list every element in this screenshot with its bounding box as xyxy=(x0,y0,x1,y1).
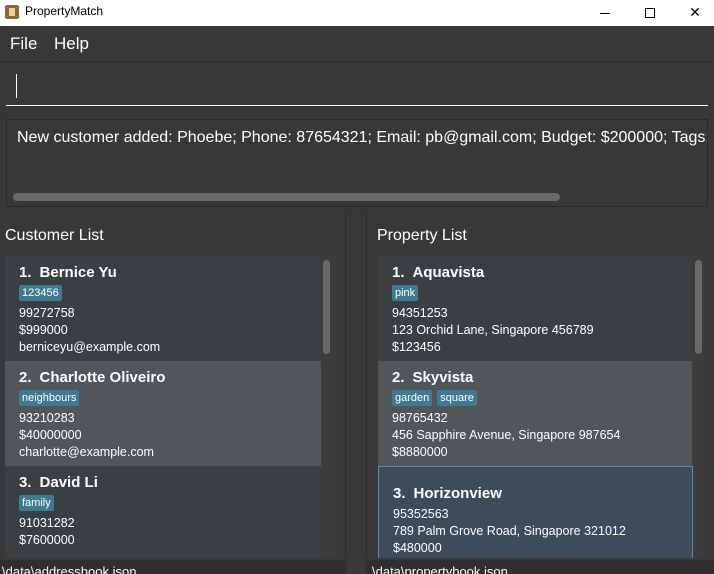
horizontal-scrollbar[interactable] xyxy=(13,193,560,201)
property-card[interactable]: 2. Skyvista garden square 98765432 456 Sa… xyxy=(378,361,692,466)
customer-card[interactable]: 3. David Li family 91031282 $7600000 xyxy=(5,466,321,558)
customer-tags: 123456 xyxy=(19,285,307,302)
tag: pink xyxy=(392,285,419,301)
command-box[interactable] xyxy=(6,68,708,106)
maximize-button[interactable] xyxy=(627,0,673,26)
property-file-path: \data\propertybook.json xyxy=(372,564,508,574)
customer-budget: $40000000 xyxy=(19,428,82,442)
menu-file[interactable]: File xyxy=(10,34,37,54)
customer-list-title: Customer List xyxy=(5,227,104,244)
property-price: $123456 xyxy=(392,340,441,354)
tag: garden xyxy=(392,390,433,406)
customer-file-path: \data\addressbook.json xyxy=(2,564,137,574)
tag: family xyxy=(19,495,54,511)
property-name: 2. Skyvista xyxy=(392,369,474,386)
property-phone: 94351253 xyxy=(392,306,448,320)
text-caret xyxy=(16,74,17,98)
customer-email: berniceyu@example.com xyxy=(19,340,161,354)
title-bar: PropertyMatch ✕ xyxy=(0,0,714,26)
customer-budget: $999000 xyxy=(19,323,68,337)
tag: 123456 xyxy=(19,285,62,301)
maximize-icon xyxy=(645,8,655,18)
customer-name: 3. David Li xyxy=(19,474,98,491)
property-vertical-scrollbar[interactable] xyxy=(693,256,703,558)
property-name: 1. Aquavista xyxy=(392,264,485,281)
window-title: PropertyMatch xyxy=(25,4,104,18)
property-tags: pink xyxy=(392,285,678,302)
property-list-title: Property List xyxy=(377,227,467,244)
result-text: New customer added: Phoebe; Phone: 87654… xyxy=(17,129,708,146)
property-name: 3. Horizonview xyxy=(393,485,502,502)
customer-tags: neighbours xyxy=(19,390,307,407)
customer-budget: $7600000 xyxy=(19,533,75,547)
customer-card[interactable]: 1. Bernice Yu 123456 99272758 $999000 ber… xyxy=(5,256,321,361)
property-price: $480000 xyxy=(393,541,442,555)
close-icon: ✕ xyxy=(689,5,701,21)
customer-list[interactable]: 1. Bernice Yu 123456 99272758 $999000 ber… xyxy=(5,256,336,558)
property-address: 123 Orchid Lane, Singapore 456789 xyxy=(392,323,594,337)
result-display: New customer added: Phoebe; Phone: 87654… xyxy=(6,119,708,207)
customer-phone: 99272758 xyxy=(19,306,75,320)
customer-status-bar: \data\addressbook.json xyxy=(0,560,346,574)
customer-name: 2. Charlotte Oliveiro xyxy=(19,369,166,386)
property-card-selected[interactable]: 3. Horizonview 95352563 789 Palm Grove Ro… xyxy=(378,466,693,558)
minimize-icon xyxy=(600,12,610,14)
property-list[interactable]: 1. Aquavista pink 94351253 123 Orchid Lan… xyxy=(378,256,704,558)
customer-card[interactable]: 2. Charlotte Oliveiro neighbours 93210283… xyxy=(5,361,321,466)
close-button[interactable]: ✕ xyxy=(672,0,714,26)
customer-name: 1. Bernice Yu xyxy=(19,264,117,281)
customer-phone: 91031282 xyxy=(19,516,75,530)
property-address: 456 Sapphire Avenue, Singapore 987654 xyxy=(392,428,621,442)
tag: neighbours xyxy=(19,390,80,406)
property-card[interactable]: 1. Aquavista pink 94351253 123 Orchid Lan… xyxy=(378,256,692,361)
minimize-button[interactable] xyxy=(582,0,628,26)
customer-phone: 93210283 xyxy=(19,411,75,425)
split-divider[interactable] xyxy=(346,213,366,558)
app-icon xyxy=(5,5,19,19)
command-input[interactable] xyxy=(20,74,700,98)
customer-tags: family xyxy=(19,495,307,512)
customer-vertical-scrollbar[interactable] xyxy=(321,256,331,558)
property-status-bar: \data\propertybook.json xyxy=(366,560,714,574)
property-price: $8880000 xyxy=(392,445,448,459)
tag: square xyxy=(437,390,477,406)
customer-panel: Customer List 1. Bernice Yu 123456 992727… xyxy=(0,213,346,558)
menu-help[interactable]: Help xyxy=(54,34,89,54)
scrollbar-thumb[interactable] xyxy=(695,260,702,354)
customer-email: charlotte@example.com xyxy=(19,445,154,459)
property-phone: 98765432 xyxy=(392,411,448,425)
scrollbar-thumb[interactable] xyxy=(323,260,330,354)
property-tags: garden square xyxy=(392,390,678,407)
menu-bar: File Help xyxy=(0,26,714,62)
property-panel: Property List 1. Aquavista pink 94351253 … xyxy=(366,213,714,558)
property-phone: 95352563 xyxy=(393,507,449,521)
property-address: 789 Palm Grove Road, Singapore 321012 xyxy=(393,524,626,538)
